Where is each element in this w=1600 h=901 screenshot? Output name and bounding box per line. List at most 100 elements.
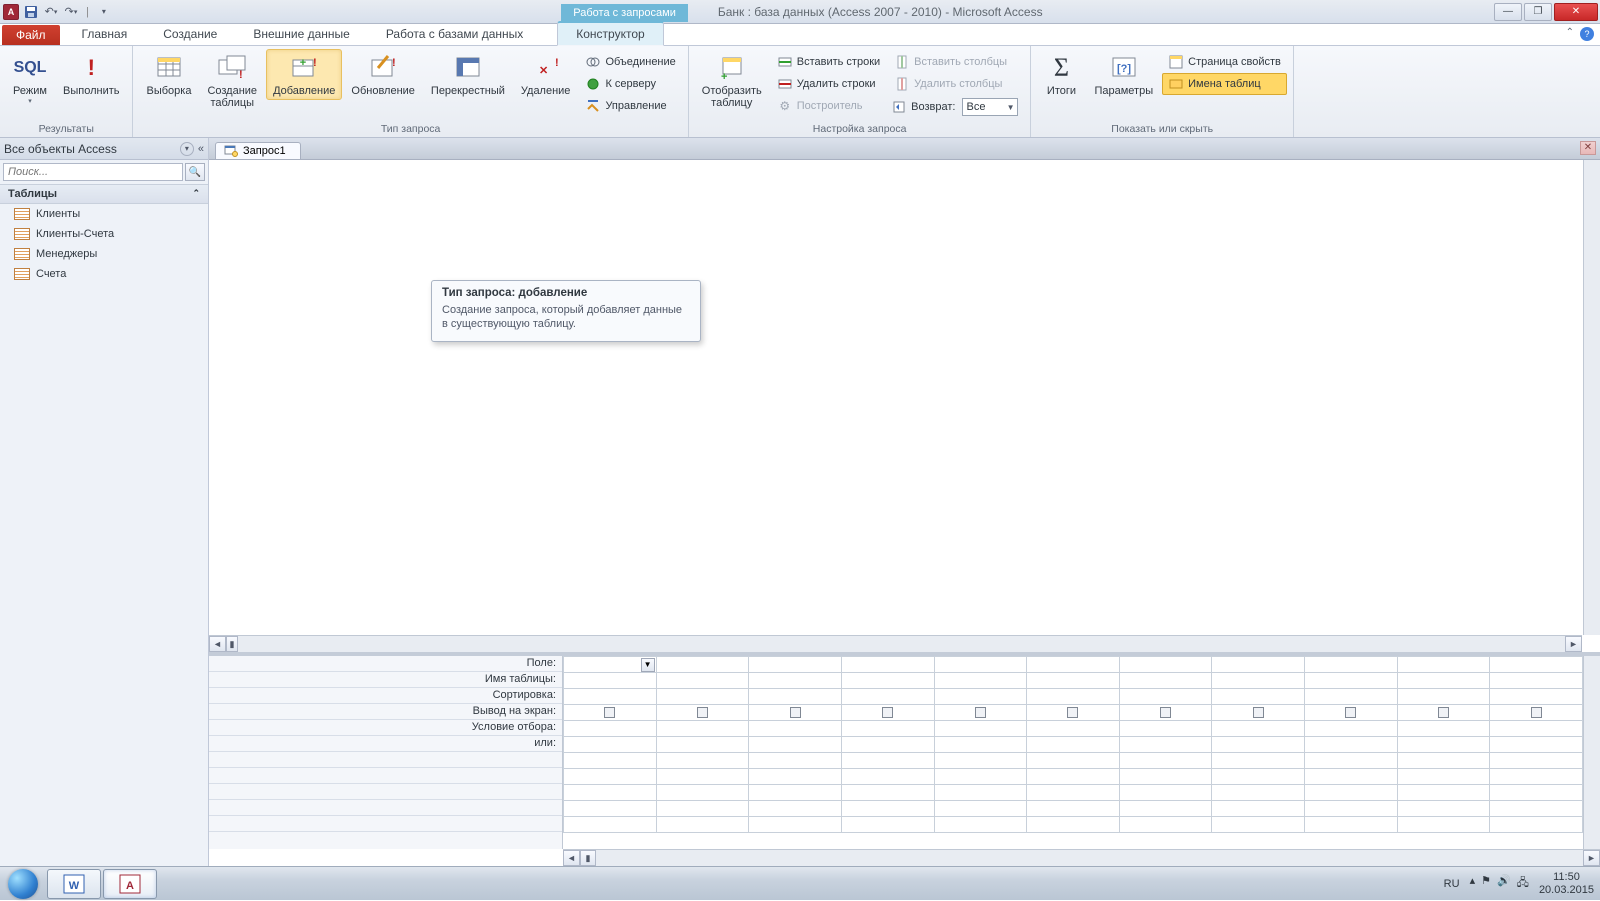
nav-group-tables[interactable]: Таблицы ⌃	[0, 184, 208, 204]
qbe-cell[interactable]	[934, 817, 1027, 833]
show-checkbox[interactable]	[1253, 707, 1264, 718]
show-checkbox[interactable]	[1160, 707, 1171, 718]
scroll-right-icon[interactable]: ►	[1565, 636, 1582, 652]
query-diagram-area[interactable]: ◄ ▮ ►	[209, 160, 1600, 656]
qbe-cell[interactable]	[656, 673, 749, 689]
return-select[interactable]: Все ▼	[962, 98, 1018, 116]
qbe-cell[interactable]	[934, 801, 1027, 817]
nav-collapse-icon[interactable]: «	[198, 143, 204, 155]
qbe-cell[interactable]	[564, 673, 657, 689]
tray-volume-icon[interactable]: 🔊	[1497, 874, 1511, 893]
qbe-cell[interactable]	[1212, 785, 1305, 801]
qbe-cell[interactable]	[656, 769, 749, 785]
qbe-cell[interactable]	[841, 785, 934, 801]
tab-external[interactable]: Внешние данные	[235, 23, 368, 45]
qbe-cell[interactable]	[656, 801, 749, 817]
qbe-cell[interactable]	[1212, 673, 1305, 689]
nav-search-input[interactable]	[3, 163, 183, 181]
qbe-cell[interactable]	[1027, 785, 1120, 801]
qbe-cell[interactable]	[564, 689, 657, 705]
qbe-cell[interactable]	[564, 801, 657, 817]
qbe-cell[interactable]	[1212, 657, 1305, 673]
qbe-cell[interactable]	[1027, 801, 1120, 817]
qbe-cell[interactable]	[1027, 769, 1120, 785]
qbe-cell[interactable]	[656, 817, 749, 833]
qbe-cell[interactable]	[1490, 737, 1583, 753]
file-tab[interactable]: Файл	[2, 25, 60, 45]
delete-query-button[interactable]: ✕! Удаление	[514, 49, 578, 100]
qbe-cell[interactable]	[1305, 785, 1398, 801]
qbe-show-cell[interactable]	[1397, 705, 1490, 721]
tab-design[interactable]: Конструктор	[557, 21, 663, 46]
qbe-cell[interactable]	[1027, 817, 1120, 833]
qbe-cell[interactable]	[934, 753, 1027, 769]
qbe-cell[interactable]	[1397, 769, 1490, 785]
qbe-cell[interactable]	[1305, 721, 1398, 737]
qbe-cell[interactable]	[1027, 689, 1120, 705]
qbe-cell[interactable]	[1397, 689, 1490, 705]
qbe-cell[interactable]	[1490, 673, 1583, 689]
qbe-cell[interactable]	[1397, 753, 1490, 769]
qbe-cell[interactable]	[841, 737, 934, 753]
qbe-cell[interactable]	[1305, 689, 1398, 705]
qbe-cell[interactable]	[656, 721, 749, 737]
qbe-cell[interactable]	[1490, 689, 1583, 705]
qbe-cell[interactable]	[1490, 801, 1583, 817]
qbe-cell[interactable]	[1212, 769, 1305, 785]
scroll-left-icon[interactable]: ◄	[563, 850, 580, 866]
diagram-hscroll[interactable]: ◄ ▮ ►	[209, 635, 1582, 652]
qbe-show-cell[interactable]	[841, 705, 934, 721]
passthrough-query-button[interactable]: К серверу	[579, 73, 681, 95]
qbe-cell[interactable]	[1119, 721, 1212, 737]
qbe-cell[interactable]	[1119, 769, 1212, 785]
table-names-button[interactable]: Имена таблиц	[1162, 73, 1287, 95]
qbe-cell[interactable]	[1119, 689, 1212, 705]
qbe-show-cell[interactable]	[1119, 705, 1212, 721]
property-sheet-button[interactable]: Страница свойств	[1162, 51, 1287, 73]
ribbon-minimize-icon[interactable]: ⌃	[1566, 27, 1574, 41]
tab-create[interactable]: Создание	[145, 23, 235, 45]
qbe-cell[interactable]	[749, 737, 842, 753]
nav-item-accounts[interactable]: Счета	[0, 264, 208, 284]
field-dropdown-icon[interactable]: ▼	[641, 658, 655, 672]
qbe-cell[interactable]	[656, 689, 749, 705]
delete-rows-button[interactable]: Удалить строки	[771, 73, 886, 95]
qbe-cell[interactable]	[1305, 753, 1398, 769]
qbe-cell[interactable]	[1490, 785, 1583, 801]
qbe-cell[interactable]	[1212, 817, 1305, 833]
qbe-cell[interactable]	[1119, 737, 1212, 753]
qbe-cell[interactable]	[656, 753, 749, 769]
qbe-cell[interactable]	[934, 785, 1027, 801]
start-button[interactable]	[0, 867, 46, 901]
tray-network-icon[interactable]: 🖧	[1517, 874, 1529, 893]
nav-item-clients-accounts[interactable]: Клиенты-Счета	[0, 224, 208, 244]
show-checkbox[interactable]	[1345, 707, 1356, 718]
qbe-cell[interactable]	[1119, 801, 1212, 817]
show-table-button[interactable]: + Отобразить таблицу	[695, 49, 769, 112]
run-button[interactable]: ! Выполнить	[56, 49, 126, 100]
qbe-cell[interactable]	[1027, 673, 1120, 689]
qbe-cell[interactable]	[749, 721, 842, 737]
nav-search-button[interactable]: 🔍	[185, 163, 205, 181]
qbe-cell[interactable]	[934, 689, 1027, 705]
show-checkbox[interactable]	[975, 707, 986, 718]
doc-tab-query1[interactable]: Запрос1	[215, 142, 301, 159]
minimize-button[interactable]: —	[1494, 3, 1522, 21]
update-query-button[interactable]: ! Обновление	[344, 49, 422, 100]
qbe-cell[interactable]	[749, 689, 842, 705]
qbe-cell[interactable]	[656, 737, 749, 753]
qbe-field-cell[interactable]: ▼	[564, 657, 657, 673]
tray-flag-icon[interactable]: ⚑	[1481, 874, 1491, 893]
qbe-cell[interactable]	[1305, 657, 1398, 673]
scroll-thumb[interactable]: ▮	[580, 850, 596, 866]
show-checkbox[interactable]	[882, 707, 893, 718]
qbe-cell[interactable]	[749, 769, 842, 785]
qbe-cell[interactable]	[934, 673, 1027, 689]
qat-customize-icon[interactable]: ▾	[96, 4, 112, 20]
tray-clock[interactable]: 11:50 20.03.2015	[1539, 871, 1594, 897]
task-word[interactable]: W	[47, 869, 101, 899]
qbe-cell[interactable]	[841, 769, 934, 785]
qbe-cell[interactable]	[564, 721, 657, 737]
qbe-show-cell[interactable]	[1212, 705, 1305, 721]
qbe-cell[interactable]	[934, 657, 1027, 673]
